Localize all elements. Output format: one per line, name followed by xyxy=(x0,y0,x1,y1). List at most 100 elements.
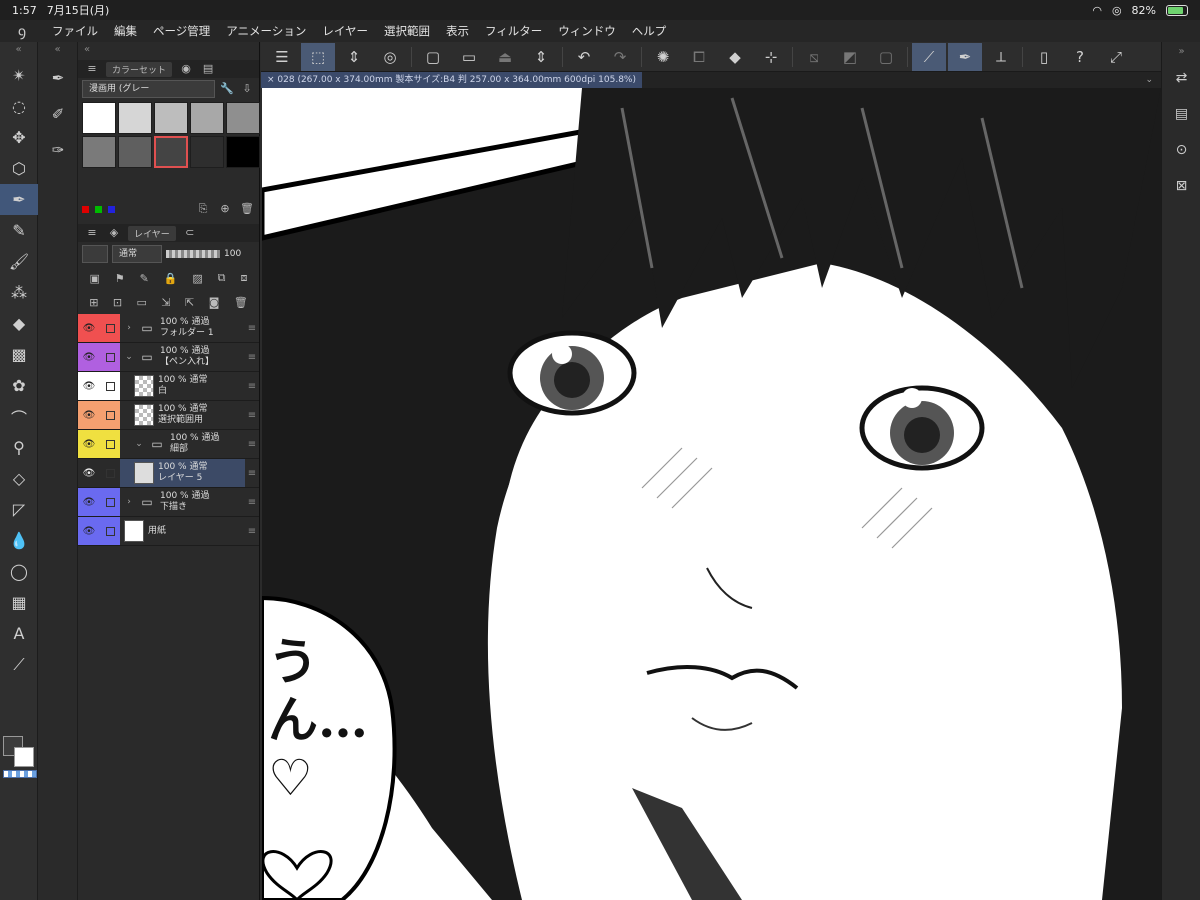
menu-file[interactable]: ファイル xyxy=(44,23,106,39)
checkbox[interactable] xyxy=(105,468,115,478)
wrench-icon[interactable]: 🔧 xyxy=(219,81,235,97)
pen-settings-icon[interactable]: ✐ xyxy=(38,96,78,132)
sub-color[interactable] xyxy=(14,747,34,767)
color-swatch[interactable] xyxy=(190,136,224,168)
menu-icon[interactable]: ☰ xyxy=(265,43,299,71)
trash-icon[interactable]: 🗑 xyxy=(239,201,255,217)
blend-icon[interactable]: 💧 xyxy=(0,525,38,556)
layer-menu-icon[interactable]: ≡ xyxy=(245,517,259,545)
checkbox[interactable] xyxy=(105,526,115,536)
color-set-select[interactable]: 漫画用 (グレー xyxy=(82,80,215,98)
layer-lock-box[interactable] xyxy=(100,372,120,400)
layer-row[interactable]: 👁 100 % 通常 選択範囲用 ≡ xyxy=(78,401,259,430)
object-icon[interactable]: ⬡ xyxy=(0,153,38,184)
combine-icon[interactable]: ⇱ xyxy=(185,296,194,309)
collapse-icon[interactable]: « xyxy=(38,42,77,60)
eye-icon[interactable]: 👁 xyxy=(78,488,100,516)
clip-icon[interactable]: ▣ xyxy=(89,272,99,285)
eye-icon[interactable]: 👁 xyxy=(78,401,100,429)
navigator-icon[interactable]: ⊙ xyxy=(1162,132,1200,168)
reference-icon[interactable]: ◎ xyxy=(373,43,407,71)
mask-icon[interactable]: ⧉ xyxy=(218,271,226,285)
lock-alpha-icon[interactable]: ▨ xyxy=(192,272,202,285)
snap-icon[interactable]: ⟂ xyxy=(984,43,1018,71)
layer-row[interactable]: 👁 › ▭ 100 % 通過 下描き ≡ xyxy=(78,488,259,517)
device-icon[interactable]: ▯ xyxy=(1027,43,1061,71)
color-swatch[interactable] xyxy=(226,136,260,168)
menu-edit[interactable]: 編集 xyxy=(106,23,145,39)
eye-icon[interactable]: 👁 xyxy=(78,343,100,371)
tab-icon[interactable]: ⊂ xyxy=(182,225,198,241)
checkbox[interactable] xyxy=(105,352,115,362)
layer-menu-icon[interactable]: ≡ xyxy=(245,401,259,429)
menu-window[interactable]: ウィンドウ xyxy=(550,23,624,39)
layer-body[interactable]: ⌄ ▭ 100 % 通過 細部 xyxy=(120,430,245,458)
help-icon[interactable]: ? xyxy=(1063,43,1097,71)
layer-row[interactable]: 👁 ⌄ ▭ 100 % 通過 細部 ≡ xyxy=(78,430,259,459)
brush-icon[interactable]: 🖌 xyxy=(0,246,38,277)
layer-lock-box[interactable] xyxy=(100,517,120,545)
new-page-icon[interactable]: ▢ xyxy=(416,43,450,71)
layer-body[interactable]: 100 % 通常 選択範囲用 xyxy=(120,401,245,429)
color-swatch[interactable] xyxy=(118,136,152,168)
eraser-icon[interactable]: ◇ xyxy=(0,463,38,494)
lasso-icon[interactable]: ◌ xyxy=(0,91,38,122)
layer-row[interactable]: 👁 100 % 通常 レイヤー 5 ≡ xyxy=(78,459,259,488)
move-icon[interactable]: ✥ xyxy=(0,122,38,153)
close-panel-icon[interactable]: ⊠ xyxy=(1162,168,1200,204)
pen-ruler-icon[interactable]: ✒ xyxy=(948,42,982,71)
color-swatches[interactable] xyxy=(3,736,37,778)
eye-icon[interactable]: 👁 xyxy=(78,517,100,545)
layer-row[interactable]: 👁 › ▭ 100 % 通過 フォルダー 1 ≡ xyxy=(78,314,259,343)
app-logo-icon[interactable]: ꝯ xyxy=(0,22,44,41)
layer-menu-icon[interactable]: ≡ xyxy=(245,314,259,342)
undo-icon[interactable]: ↶ xyxy=(567,43,601,71)
color-swatch[interactable] xyxy=(226,102,260,134)
menu-selection[interactable]: 選択範囲 xyxy=(376,23,438,39)
decoration-icon[interactable]: ✿ xyxy=(0,370,38,401)
layer-lock-box[interactable] xyxy=(100,430,120,458)
chevron-right-icon[interactable]: › xyxy=(124,323,134,333)
panel-menu-icon[interactable]: ≡ xyxy=(84,225,100,241)
layer-body[interactable]: 100 % 通常白 xyxy=(120,372,245,400)
new-folder-icon[interactable]: ▭ xyxy=(137,296,147,309)
clear-icon[interactable]: ⧅ xyxy=(797,43,831,71)
layer-lock-box[interactable] xyxy=(100,401,120,429)
checkbox[interactable] xyxy=(105,381,115,391)
merge-icon[interactable]: ⧈ xyxy=(240,271,247,285)
eye-icon[interactable]: 👁 xyxy=(78,459,100,487)
copy-icon[interactable]: ⎘ xyxy=(195,201,211,217)
checkbox[interactable] xyxy=(105,410,115,420)
checkbox[interactable] xyxy=(105,323,115,333)
blend-mode-select[interactable]: 通常 xyxy=(112,245,162,263)
color-swatch[interactable] xyxy=(154,136,188,168)
tab-layer[interactable]: レイヤー xyxy=(128,225,176,241)
menu-page[interactable]: ページ管理 xyxy=(145,23,218,39)
layer-menu-icon[interactable]: ≡ xyxy=(245,343,259,371)
layer-menu-icon[interactable]: ≡ xyxy=(245,430,259,458)
animation-icon[interactable]: ▤ xyxy=(1162,96,1200,132)
layer-body[interactable]: 100 % 通常 レイヤー 5 xyxy=(120,459,245,487)
redo-icon[interactable]: ↷ xyxy=(603,43,637,71)
loading-icon[interactable]: ✺ xyxy=(646,43,680,71)
panel-menu-icon[interactable]: ≡ xyxy=(84,61,100,77)
transparent-color[interactable] xyxy=(3,770,37,778)
layer-color-box[interactable] xyxy=(82,245,108,263)
checkbox[interactable] xyxy=(105,497,115,507)
panel-icon[interactable]: ▦ xyxy=(0,587,38,618)
fullscreen-icon[interactable]: ⤢ xyxy=(1099,43,1133,71)
layer-lock-box[interactable] xyxy=(100,459,120,487)
checkbox[interactable] xyxy=(105,439,115,449)
document-tab[interactable]: × 028 (267.00 x 374.00mm 製本サイズ:B4 判 257.… xyxy=(261,72,642,88)
spinner-icon[interactable]: ⇕ xyxy=(524,43,558,71)
menu-filter[interactable]: フィルター xyxy=(477,23,550,39)
eyedropper-icon[interactable]: ⚲ xyxy=(0,432,38,463)
collapse-icon[interactable]: « xyxy=(0,42,37,60)
mask-add-icon[interactable]: ◙ xyxy=(209,296,220,309)
layer-lock-box[interactable] xyxy=(100,488,120,516)
pencil-icon[interactable]: ✎ xyxy=(0,215,38,246)
layer-lock-box[interactable] xyxy=(100,314,120,342)
text-icon[interactable]: A xyxy=(0,618,38,649)
pen-brush-icon[interactable]: ✑ xyxy=(38,132,78,168)
draft-icon[interactable]: ✎ xyxy=(140,272,149,285)
